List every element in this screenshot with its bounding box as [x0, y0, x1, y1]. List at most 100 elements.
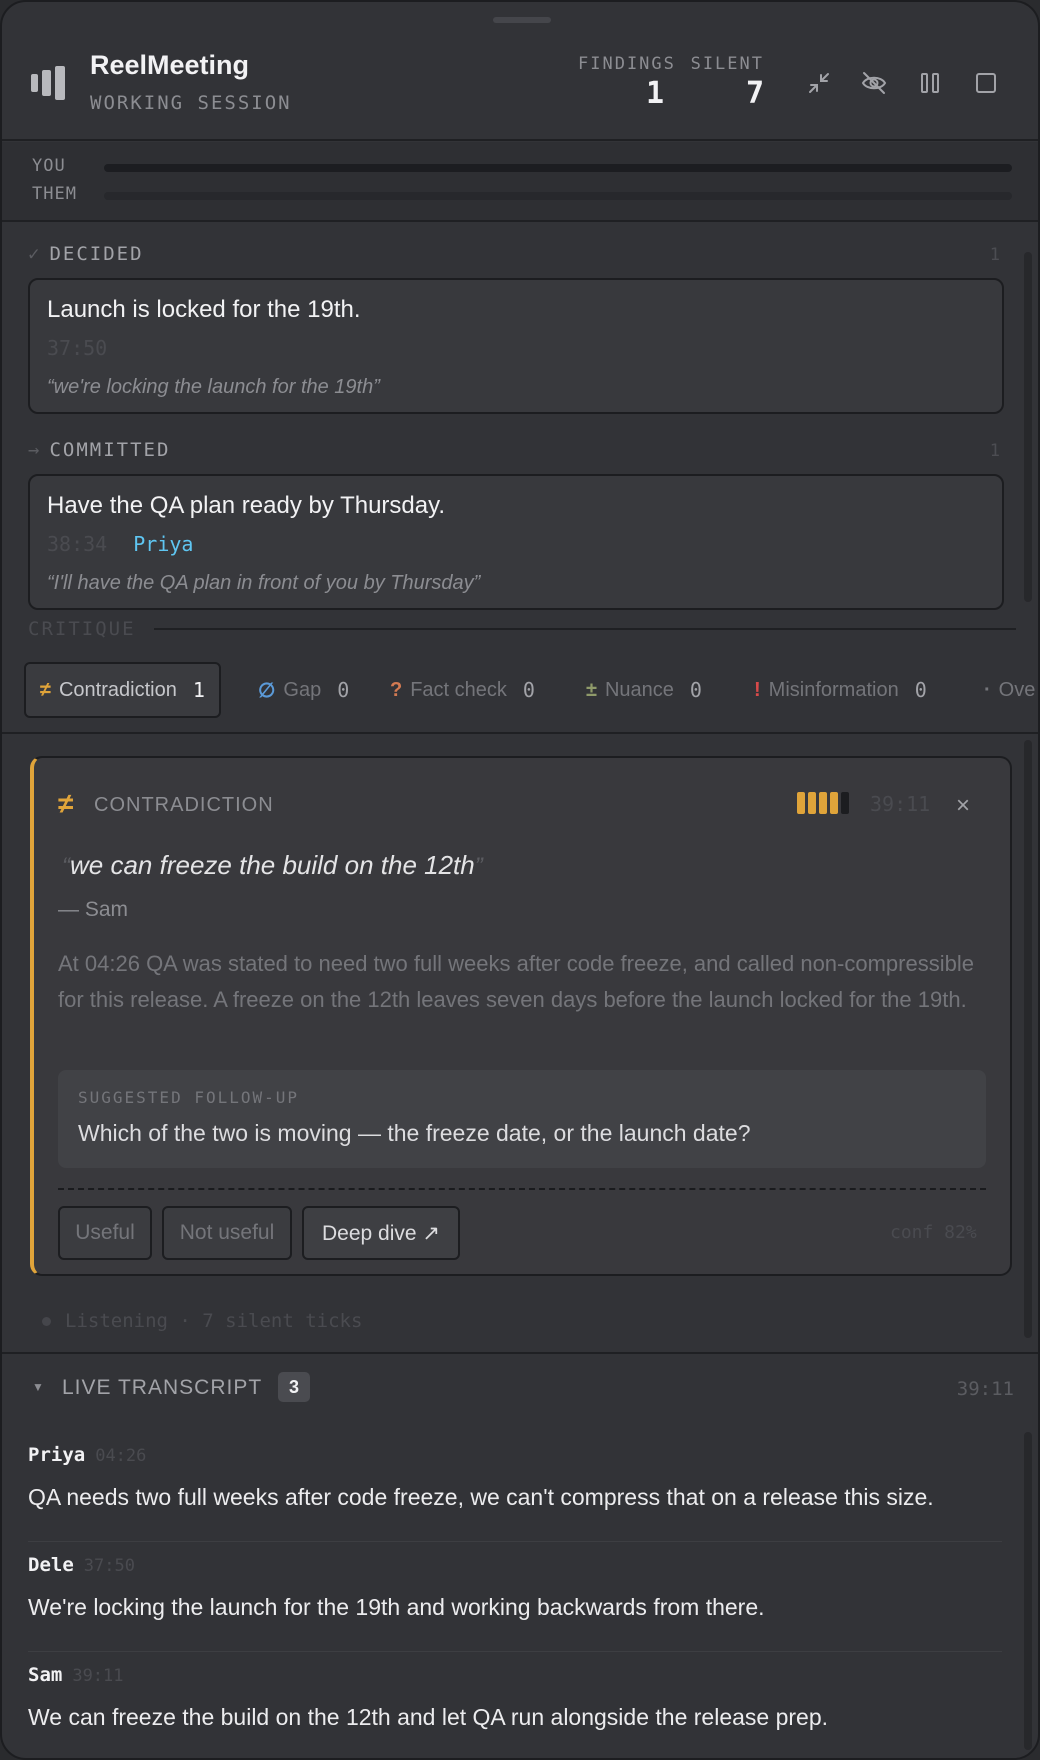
- transcript-scrollbar[interactable]: [1024, 1432, 1032, 1750]
- deep-dive-button[interactable]: Deep dive ↗: [302, 1206, 460, 1260]
- collapse-icon: [809, 73, 829, 93]
- findings-value: 1: [645, 76, 664, 111]
- critique-label: CRITIQUE: [28, 618, 136, 640]
- transcript-count-badge: 3: [278, 1372, 310, 1402]
- listening-status: Listening · 7 silent ticks: [42, 1310, 362, 1332]
- decision-quote: “we're locking the launch for the 19th”: [47, 376, 380, 398]
- divider: [58, 1188, 986, 1190]
- finding-card: ≠ CONTRADICTION 39:11 × “we can freeze t…: [30, 756, 1012, 1276]
- status-dot-icon: [42, 1317, 51, 1326]
- header: ReelMeeting WORKING SESSION FINDINGS 1 S…: [2, 2, 1038, 141]
- utterance-text: QA needs two full weeks after code freez…: [28, 1484, 934, 1510]
- transcript-time: 39:11: [956, 1378, 1014, 1400]
- app-logo-icon: [31, 66, 71, 100]
- transcript-item: Dele 37:50 We're locking the launch for t…: [28, 1542, 1002, 1652]
- finding-quote-text: we can freeze the build on the 12th: [70, 850, 475, 880]
- speaker-name: Sam: [28, 1664, 63, 1686]
- suggested-followup: SUGGESTED FOLLOW-UP Which of the two is …: [58, 1070, 986, 1168]
- meeting-panel: ReelMeeting WORKING SESSION FINDINGS 1 S…: [0, 0, 1040, 1760]
- transcript-speaker: Sam 39:11: [28, 1664, 124, 1686]
- tab-count: 0: [522, 678, 535, 702]
- decision-text: Launch is locked for the 19th.: [47, 296, 361, 323]
- followup-question: Which of the two is moving — the freeze …: [78, 1120, 751, 1146]
- chevron-down-icon: ▼: [32, 1380, 44, 1394]
- tab-label: Misinformation: [768, 678, 899, 701]
- finding-explanation: At 04:26 QA was stated to need two full …: [58, 951, 974, 1012]
- empty-set-icon: ∅: [258, 679, 276, 702]
- finding-speaker: — Sam: [58, 898, 129, 921]
- tab-label: Nuance: [604, 678, 674, 701]
- them-label: THEM: [32, 184, 77, 204]
- utterance-time: 39:11: [72, 1666, 124, 1686]
- commitment-card[interactable]: Have the QA plan ready by Thursday. 38:3…: [28, 474, 1004, 610]
- critique-tabs: ≠ Contradiction 1 ∅ Gap 0 ? Fact check 0…: [2, 654, 1038, 734]
- finding-time: 39:11: [870, 792, 931, 816]
- tab-label: Ove: [998, 678, 1036, 701]
- tab-fact-check[interactable]: ? Fact check 0: [390, 662, 535, 718]
- decision-card[interactable]: Launch is locked for the 19th. 37:50 “we…: [28, 278, 1004, 414]
- commitment-quote: “I'll have the QA plan in front of you b…: [47, 572, 481, 594]
- decided-header: ✓ DECIDED: [28, 243, 144, 265]
- confidence-text: conf 82%: [890, 1222, 977, 1243]
- commitment-text: Have the QA plan ready by Thursday.: [47, 492, 446, 519]
- open-quote-mark: “: [62, 853, 70, 880]
- listening-text: Listening · 7 silent ticks: [65, 1310, 363, 1332]
- tab-nuance[interactable]: ± Nuance 0: [586, 662, 702, 718]
- you-bar: [104, 164, 1012, 172]
- pause-button[interactable]: [913, 66, 947, 100]
- tab-count: 1: [192, 678, 205, 702]
- not-equal-icon: ≠: [58, 788, 74, 819]
- committed-label: COMMITTED: [49, 439, 171, 461]
- committed-count: 1: [989, 441, 1000, 461]
- them-bar: [104, 192, 1012, 200]
- silent-value: 7: [745, 76, 764, 111]
- top-scrollbar[interactable]: [1024, 252, 1032, 602]
- decided-count: 1: [989, 245, 1000, 265]
- exclamation-icon: !: [754, 678, 761, 701]
- critique-divider: [154, 628, 1016, 630]
- tab-contradiction[interactable]: ≠ Contradiction 1: [24, 662, 221, 718]
- tab-label: Fact check: [410, 678, 507, 701]
- check-icon: ✓: [28, 243, 42, 265]
- speaker-name: Priya: [28, 1444, 86, 1466]
- silent-stat: SILENT 7: [688, 54, 764, 111]
- transcript-header[interactable]: ▼ LIVE TRANSCRIPT 3 39:11: [2, 1352, 1038, 1418]
- tab-label: Gap: [283, 678, 322, 701]
- tab-gap[interactable]: ∅ Gap 0: [258, 662, 349, 718]
- speaker-name: Dele: [28, 1554, 74, 1576]
- transcript-item: Priya 04:26 QA needs two full weeks after…: [28, 1432, 1002, 1542]
- useful-button[interactable]: Useful: [58, 1206, 152, 1260]
- tab-count: 0: [689, 678, 702, 702]
- dot-icon: ·: [984, 678, 991, 701]
- session-mode: WORKING SESSION: [90, 92, 292, 114]
- finding-kind: CONTRADICTION: [94, 794, 274, 816]
- close-icon[interactable]: ×: [956, 792, 970, 820]
- followup-label: SUGGESTED FOLLOW-UP: [78, 1088, 300, 1107]
- plus-minus-icon: ±: [586, 678, 597, 701]
- tab-overflow[interactable]: · Ove: [984, 662, 1035, 718]
- collapse-button[interactable]: [802, 66, 836, 100]
- decision-time: 37:50: [47, 336, 108, 360]
- talk-time-meter: YOU THEM: [2, 142, 1038, 222]
- hide-button[interactable]: [857, 66, 891, 100]
- finding-quote: “we can freeze the build on the 12th”: [62, 850, 483, 881]
- stop-button[interactable]: [969, 66, 1003, 100]
- app-title: ReelMeeting: [90, 50, 250, 80]
- tab-count: 0: [914, 678, 927, 702]
- commitment-meta: 38:34 Priya: [47, 532, 193, 556]
- not-useful-button[interactable]: Not useful: [162, 1206, 292, 1260]
- transcript-title: LIVE TRANSCRIPT: [62, 1376, 263, 1399]
- utterance-text: We can freeze the build on the 12th and …: [28, 1704, 829, 1730]
- utterance-time: 04:26: [95, 1446, 147, 1466]
- utterance-time: 37:50: [83, 1556, 135, 1576]
- you-label: YOU: [32, 156, 66, 176]
- tab-misinformation[interactable]: ! Misinformation 0: [754, 662, 927, 718]
- findings-scrollbar[interactable]: [1024, 740, 1032, 1338]
- eye-off-icon: [861, 72, 887, 94]
- findings-label: FINDINGS: [578, 54, 676, 74]
- tab-count: 0: [337, 678, 350, 702]
- arrow-right-icon: →: [28, 439, 42, 461]
- silent-label: SILENT: [690, 54, 764, 74]
- transcript-speaker: Priya 04:26: [28, 1444, 146, 1466]
- utterance-text: We're locking the launch for the 19th an…: [28, 1594, 765, 1620]
